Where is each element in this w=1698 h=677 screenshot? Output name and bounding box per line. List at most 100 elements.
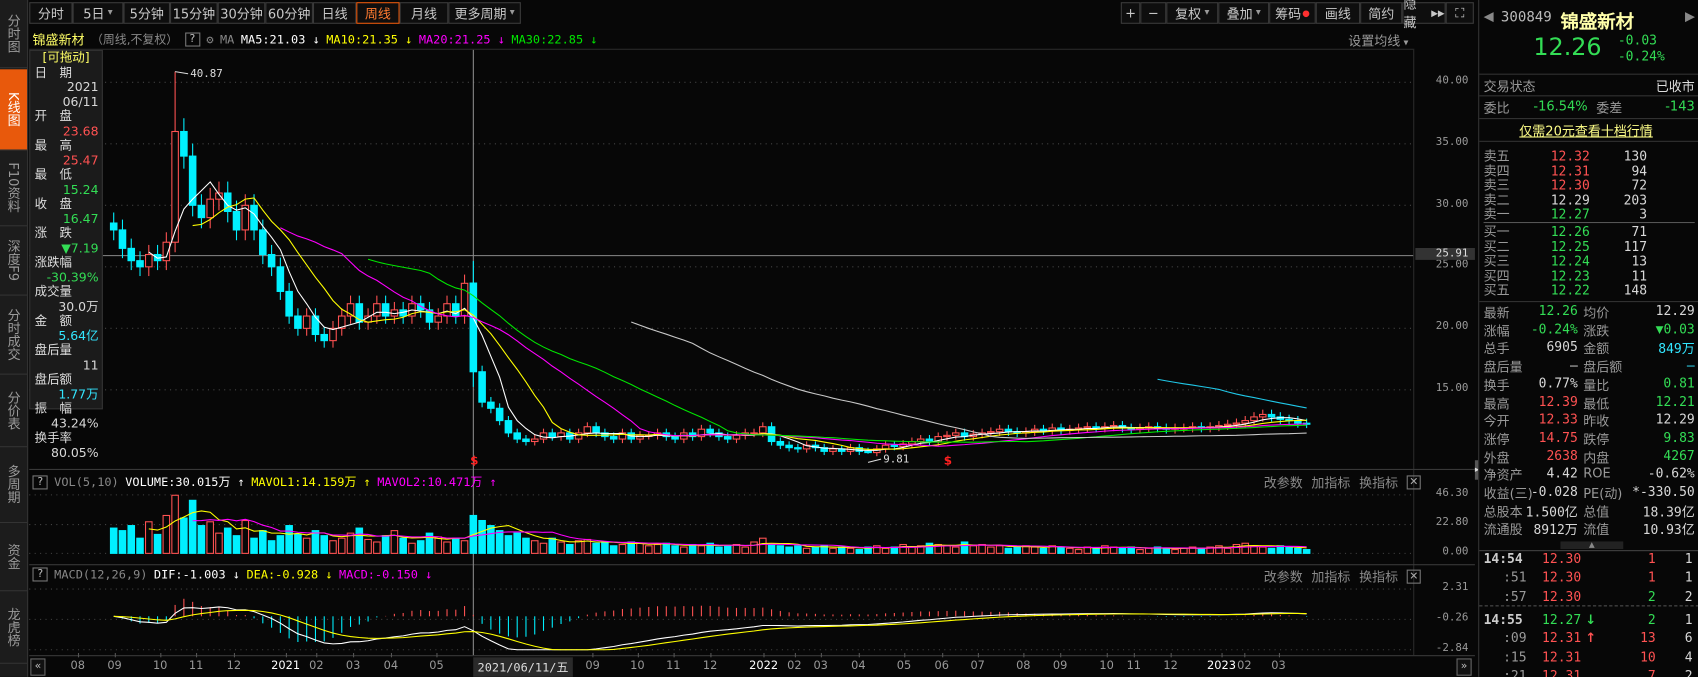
candle[interactable] <box>1136 423 1144 434</box>
date-tick <box>233 652 235 658</box>
candle-info-panel[interactable]: [可拖动] 日 期 2021 06/11 开 盘 23.68 最 高 25.47 最 低 15.… <box>29 49 103 459</box>
last-price: 12.26 <box>1533 34 1602 62</box>
candle[interactable] <box>487 396 495 414</box>
candle[interactable] <box>1127 423 1135 434</box>
candle[interactable] <box>574 428 583 444</box>
level-volume: 72 <box>1631 177 1648 193</box>
volume-bar <box>1294 547 1302 554</box>
candle[interactable] <box>785 441 793 452</box>
candle[interactable] <box>530 434 539 446</box>
candle[interactable] <box>206 187 214 229</box>
date-tick <box>710 652 712 658</box>
candle[interactable] <box>671 432 679 444</box>
expand-handle-icon[interactable]: ▲ <box>1560 541 1624 550</box>
candle[interactable] <box>1109 421 1118 432</box>
switch-indicator-link[interactable]: 换指标 <box>1359 567 1398 585</box>
candle[interactable] <box>820 443 828 456</box>
candle[interactable] <box>188 143 197 217</box>
candle-body <box>759 426 767 434</box>
candle[interactable] <box>180 118 188 169</box>
next-stock-icon[interactable]: ▶ <box>1685 9 1695 24</box>
add-indicator-link[interactable]: 加指标 <box>1311 473 1350 491</box>
date-tick <box>904 652 906 658</box>
candle[interactable] <box>1057 423 1065 435</box>
candle[interactable] <box>469 261 478 387</box>
volume-bar <box>311 530 320 554</box>
candle[interactable] <box>434 308 443 330</box>
candle[interactable] <box>776 437 785 450</box>
candle[interactable] <box>285 282 293 324</box>
candle[interactable] <box>267 244 276 277</box>
candle[interactable] <box>837 445 846 456</box>
candle[interactable] <box>337 308 346 336</box>
candle[interactable] <box>355 295 364 330</box>
candle-body <box>1267 413 1276 418</box>
candle[interactable] <box>373 295 381 324</box>
candle[interactable] <box>618 428 627 444</box>
candle[interactable] <box>118 219 127 259</box>
close-icon[interactable]: ✕ <box>1406 475 1421 490</box>
candle[interactable] <box>504 415 513 438</box>
candle[interactable] <box>136 251 144 277</box>
tick-list[interactable]: 14:54 12.30 1 1:51 12.30 1 1:57 12.30 2 2 14:55 12.… <box>1479 551 1698 677</box>
candle[interactable] <box>478 365 486 408</box>
date-axis-label: 07 <box>970 659 985 673</box>
candle[interactable] <box>697 424 706 441</box>
candle[interactable] <box>1039 424 1048 435</box>
volume-bar <box>530 540 539 554</box>
info-label: 最 高 <box>34 137 73 153</box>
scroll-right-button[interactable]: » <box>1456 658 1472 676</box>
candle[interactable] <box>302 308 311 336</box>
candle[interactable] <box>802 441 811 453</box>
level10-promo-link[interactable]: 仅需20元查看十档行情 <box>1519 121 1653 139</box>
candle[interactable] <box>794 443 802 453</box>
switch-indicator-link[interactable]: 换指标 <box>1359 473 1398 491</box>
candle[interactable] <box>925 434 934 446</box>
candle[interactable] <box>276 257 285 300</box>
candle[interactable] <box>1267 409 1276 422</box>
scroll-left-button[interactable]: « <box>30 658 46 676</box>
candle[interactable] <box>881 441 890 453</box>
candle[interactable] <box>329 320 337 348</box>
divider <box>1479 605 1698 607</box>
volume-bar <box>644 545 653 554</box>
candle[interactable] <box>232 200 241 241</box>
candle[interactable] <box>513 428 521 444</box>
candle[interactable] <box>1285 414 1293 426</box>
candle[interactable] <box>346 295 355 324</box>
candle[interactable] <box>908 437 916 448</box>
help-button[interactable]: ? <box>32 474 48 489</box>
candle[interactable] <box>1083 422 1092 433</box>
date-axis-label: 11 <box>666 659 681 673</box>
candle[interactable] <box>1250 412 1258 426</box>
candle[interactable] <box>320 327 329 348</box>
candle[interactable] <box>1092 422 1100 433</box>
candle[interactable] <box>127 238 136 271</box>
edit-params-link[interactable]: 改参数 <box>1264 567 1303 585</box>
candle[interactable] <box>750 428 758 438</box>
candle[interactable] <box>443 295 451 324</box>
candle[interactable] <box>215 181 223 211</box>
candle[interactable] <box>425 301 434 330</box>
candle[interactable] <box>294 308 302 336</box>
candle[interactable] <box>688 428 697 441</box>
candle[interactable] <box>109 212 118 241</box>
stat-value: 4267 <box>1663 447 1695 464</box>
edit-params-link[interactable]: 改参数 <box>1264 473 1303 491</box>
candle[interactable] <box>495 403 504 426</box>
candle[interactable] <box>522 434 530 446</box>
close-icon[interactable]: ✕ <box>1406 569 1421 584</box>
help-button[interactable]: ? <box>32 567 48 582</box>
candle[interactable] <box>548 428 557 441</box>
order-book-row: 卖一 12.27 3 <box>1479 207 1698 222</box>
stat-row: 净资产 4.42 ROE -0.62% <box>1479 466 1698 483</box>
candle[interactable] <box>452 295 460 324</box>
candle[interactable] <box>934 432 943 446</box>
candle[interactable] <box>145 244 153 277</box>
date-axis-label: 10 <box>1099 659 1114 673</box>
candle[interactable] <box>557 428 565 441</box>
prev-stock-icon[interactable]: ◀ <box>1484 9 1494 24</box>
candle[interactable] <box>829 445 837 456</box>
candle[interactable] <box>1048 423 1057 435</box>
add-indicator-link[interactable]: 加指标 <box>1311 567 1350 585</box>
